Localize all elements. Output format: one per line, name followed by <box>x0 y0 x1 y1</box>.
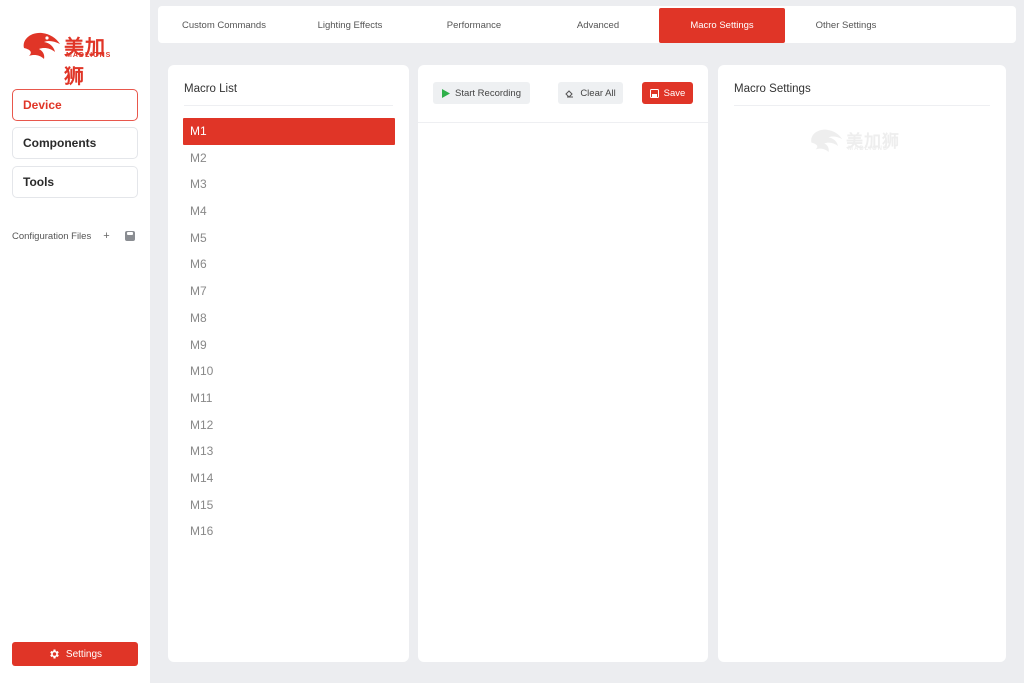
macro-item-m16[interactable]: M16 <box>183 518 395 545</box>
macro-item-m4[interactable]: M4 <box>183 198 395 225</box>
macro-item-m2[interactable]: M2 <box>183 145 395 172</box>
save-button[interactable]: Save <box>642 82 693 104</box>
clear-all-label: Clear All <box>580 87 616 99</box>
watermark-name-en: MADLIONS <box>848 146 888 152</box>
macro-item-m13[interactable]: M13 <box>183 438 395 465</box>
tab-lighting-effects[interactable]: Lighting Effects <box>300 8 400 43</box>
brand-watermark: 美加狮 MADLIONS <box>808 125 918 159</box>
add-config-button[interactable]: + <box>103 230 109 242</box>
tab-other-settings[interactable]: Other Settings <box>796 8 896 43</box>
brand-name-cn: 美加狮 <box>64 35 106 88</box>
nav-item-tools[interactable]: Tools <box>12 166 138 198</box>
macro-item-m10[interactable]: M10 <box>183 358 395 385</box>
macro-list-panel: Macro List M1 M2 M3 M4 M5 M6 M7 M8 M9 M10 M11 M12 M1… <box>168 65 409 662</box>
macro-item-m5[interactable]: M5 <box>183 225 395 252</box>
nav-item-device[interactable]: Device <box>12 89 138 121</box>
macro-item-m14[interactable]: M14 <box>183 465 395 492</box>
gear-icon <box>50 649 59 659</box>
macro-item-m7[interactable]: M7 <box>183 278 395 305</box>
macro-item-m11[interactable]: M11 <box>183 385 395 412</box>
brand-logo: 美加狮 MADLIONS <box>20 28 120 88</box>
macro-item-m1[interactable]: M1 <box>183 118 395 145</box>
save-label: Save <box>663 87 686 99</box>
tab-performance[interactable]: Performance <box>424 8 524 43</box>
macro-settings-panel: Macro Settings 美加狮 MADLIONS <box>718 65 1006 662</box>
nav-item-components[interactable]: Components <box>12 127 138 159</box>
macro-item-m3[interactable]: M3 <box>183 171 395 198</box>
tab-macro-settings[interactable]: Macro Settings <box>659 8 785 43</box>
brand-name-en: MADLIONS <box>66 52 112 59</box>
eraser-icon <box>565 89 574 98</box>
macro-editor-panel: Start Recording Clear All Save <box>418 65 708 662</box>
tab-bar: Custom Commands Lighting Effects Perform… <box>158 6 1016 43</box>
divider <box>418 122 708 123</box>
play-icon <box>441 88 450 98</box>
divider <box>734 105 990 106</box>
divider <box>184 105 393 106</box>
macro-item-m15[interactable]: M15 <box>183 492 395 519</box>
macro-list: M1 M2 M3 M4 M5 M6 M7 M8 M9 M10 M11 M12 M13 M14 M15 M16 <box>183 118 395 545</box>
macro-item-m12[interactable]: M12 <box>183 412 395 439</box>
macro-item-m8[interactable]: M8 <box>183 305 395 332</box>
lion-logo-icon <box>23 32 61 59</box>
tab-custom-commands[interactable]: Custom Commands <box>174 8 274 43</box>
start-recording-label: Start Recording <box>454 87 521 99</box>
sidebar: 美加狮 MADLIONS Device Components Tools Con… <box>0 0 150 683</box>
settings-button[interactable]: Settings <box>12 642 138 666</box>
floppy-icon <box>649 88 659 98</box>
save-icon[interactable] <box>125 231 135 241</box>
start-recording-button[interactable]: Start Recording <box>433 82 530 104</box>
tab-advanced[interactable]: Advanced <box>548 8 648 43</box>
settings-label: Settings <box>65 648 103 660</box>
macro-item-m9[interactable]: M9 <box>183 332 395 359</box>
clear-all-button[interactable]: Clear All <box>558 82 623 104</box>
macro-settings-title: Macro Settings <box>734 83 811 95</box>
config-files-label: Configuration Files <box>12 230 92 242</box>
lion-watermark-icon <box>811 129 843 152</box>
macro-list-title: Macro List <box>184 83 238 95</box>
macro-item-m6[interactable]: M6 <box>183 251 395 278</box>
config-files-row: Configuration Files + <box>12 228 138 244</box>
